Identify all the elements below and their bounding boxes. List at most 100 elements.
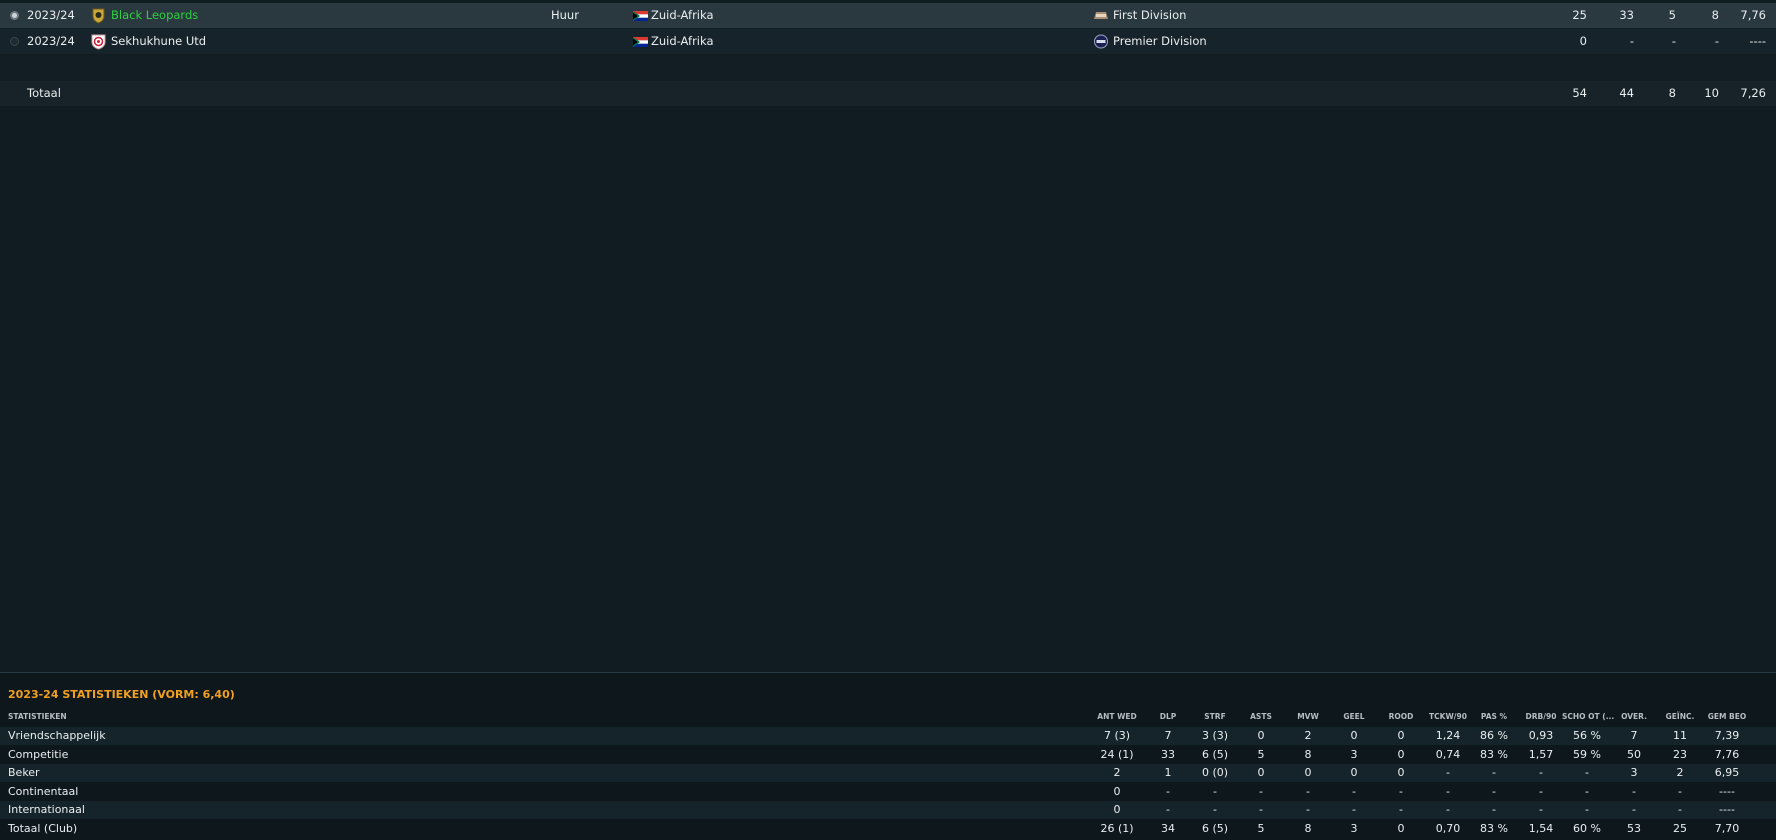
stats-row: Internationaal 0- - - - - - - - - - - - ----	[0, 801, 1776, 819]
stats-cell: -	[1446, 784, 1450, 798]
stats-column-header[interactable]: STRF	[1190, 710, 1240, 724]
stats-row-label: Beker	[8, 766, 40, 779]
career-row[interactable]: 2023/24 Black Leopards Huur Zuid-Afrika …	[0, 3, 1776, 28]
stats-column-header[interactable]: DRB/90	[1516, 710, 1566, 724]
stats-cell: -	[1585, 766, 1589, 779]
stats-cell: 56 %	[1573, 729, 1601, 742]
stats-cell: 26 (1)	[1100, 821, 1134, 835]
club-name-link[interactable]: Black Leopards	[111, 3, 198, 28]
south-africa-flag-icon	[633, 37, 648, 47]
stats-column-header[interactable]: ROOD	[1376, 710, 1426, 724]
stats-column-header[interactable]: DLP	[1143, 710, 1193, 724]
total-appearances: 54	[1572, 86, 1587, 100]
stats-cell: ----	[1719, 784, 1735, 798]
stats-cell: -	[1492, 803, 1496, 816]
stats-row-label: Totaal (Club)	[8, 821, 78, 835]
south-africa-flag-icon	[633, 11, 648, 21]
stats-cell: 60 %	[1573, 821, 1601, 835]
row-select-radio[interactable]	[10, 37, 19, 46]
loan-status: Huur	[551, 8, 579, 22]
stats-column-header[interactable]: OVER.	[1609, 710, 1659, 724]
stats-cell: 0	[1397, 766, 1405, 779]
stats-cell: -	[1166, 784, 1170, 798]
stats-column-header[interactable]: GEÏNC.	[1655, 710, 1705, 724]
stats-cell: 3	[1630, 766, 1638, 779]
stats-column-header[interactable]: PAS %	[1469, 710, 1519, 724]
stats-header-row: STATISTIEKEN ANT WED DLP STRF ASTS MVW GEEL RO…	[0, 710, 1776, 724]
stats-cell: 0	[1397, 821, 1405, 835]
stats-cell: 7 (3)	[1103, 729, 1131, 742]
stats-cell: 6,95	[1714, 766, 1740, 779]
league-link[interactable]: First Division	[1113, 3, 1186, 28]
average-rating: 7,76	[1740, 8, 1766, 22]
league-link[interactable]: Premier Division	[1113, 29, 1207, 54]
stats-cell: -	[1166, 803, 1170, 816]
stats-cell: 23	[1673, 747, 1687, 761]
stats-cell: -	[1213, 784, 1217, 798]
stats-cell: -	[1213, 803, 1217, 816]
stats-row: Totaal (Club) 26 (1) 34 6 (5) 5 8 3 0 0,70 83 % 1,…	[0, 820, 1776, 838]
stats-cell: 2	[1304, 729, 1312, 742]
stats-column-header[interactable]: GEM BEO	[1702, 710, 1752, 724]
stats-column-header[interactable]: MVW	[1283, 710, 1333, 724]
stats-cell: -	[1352, 803, 1356, 816]
stats-column-header[interactable]: ASTS	[1236, 710, 1286, 724]
stats-cell: 50	[1627, 747, 1641, 761]
stats-cell: 2	[1113, 766, 1121, 779]
row-select-radio[interactable]	[10, 11, 19, 20]
stats-cell: 2	[1676, 766, 1684, 779]
season-stats-panel: 2023-24 STATISTIEKEN (VORM: 6,40) STATIS…	[0, 673, 1776, 840]
stats-cell: 1,57	[1528, 747, 1554, 761]
stats-row-label: Vriendschappelijk	[8, 729, 106, 742]
stats-cell: -	[1306, 784, 1310, 798]
season: 2023/24	[27, 34, 75, 48]
stats-cell: -	[1539, 784, 1543, 798]
stats-cell: -	[1446, 803, 1450, 816]
stats-cell: 83 %	[1480, 821, 1508, 835]
stats-cell: -	[1632, 803, 1636, 816]
stats-column-header[interactable]: SCHO OT (...	[1562, 710, 1614, 724]
career-row[interactable]: 2023/24 Sekhukhune Utd Zuid-Afrika Premi…	[0, 29, 1776, 54]
stats-cell: -	[1678, 803, 1682, 816]
stats-row-label: Internationaal	[8, 803, 85, 816]
stats-cell: 5	[1257, 821, 1265, 835]
stats-cell: -	[1492, 784, 1496, 798]
nation-link[interactable]: Zuid-Afrika	[651, 29, 714, 54]
stats-cell: 1,54	[1528, 821, 1554, 835]
stats-cell: 0	[1397, 747, 1405, 761]
stats-cell: 7,70	[1714, 821, 1740, 835]
stats-cell: 7	[1630, 729, 1638, 742]
stats-column-header[interactable]: ANT WED	[1092, 710, 1142, 724]
stats-cell: 83 %	[1480, 747, 1508, 761]
stats-cell: 3 (3)	[1201, 729, 1229, 742]
average-rating: ----	[1749, 34, 1766, 48]
stats-header-label: STATISTIEKEN	[8, 712, 67, 721]
stats-row: Continentaal 0- - - - - - - - - - - - ----	[0, 783, 1776, 801]
total-stat-4: 10	[1704, 86, 1719, 100]
stats-cell: -	[1585, 803, 1589, 816]
club-name-link[interactable]: Sekhukhune Utd	[111, 29, 206, 54]
stats-cell: 0	[1350, 729, 1358, 742]
stats-cell: 0	[1304, 766, 1312, 779]
stats-row: Vriendschappelijk 7 (3) 7 3 (3) 0 2 0 0 1,24 86 %…	[0, 727, 1776, 745]
stats-cell: 0,74	[1435, 747, 1461, 761]
empty-row	[0, 55, 1776, 80]
career-history-table: 2023/24 Black Leopards Huur Zuid-Afrika …	[0, 0, 1776, 672]
stats-cell: 7,39	[1714, 729, 1740, 742]
stats-cell: 24 (1)	[1100, 747, 1134, 761]
stats-cell: -	[1259, 784, 1263, 798]
stats-cell: -	[1539, 803, 1543, 816]
stats-column-header[interactable]: TCKW/90	[1423, 710, 1473, 724]
stats-cell: 0	[1113, 803, 1121, 816]
nation-link[interactable]: Zuid-Afrika	[651, 3, 714, 28]
stats-cell: -	[1632, 784, 1636, 798]
stats-cell: 53	[1627, 821, 1641, 835]
stats-column-header[interactable]: GEEL	[1329, 710, 1379, 724]
stats-cell: 0	[1113, 784, 1121, 798]
stats-cell: 0,93	[1528, 729, 1554, 742]
stats-cell: 86 %	[1480, 729, 1508, 742]
stats-cell: 8	[1304, 747, 1312, 761]
stats-cell: -	[1446, 766, 1450, 779]
club-crest-icon	[90, 33, 107, 50]
stats-cell: ----	[1719, 803, 1735, 816]
